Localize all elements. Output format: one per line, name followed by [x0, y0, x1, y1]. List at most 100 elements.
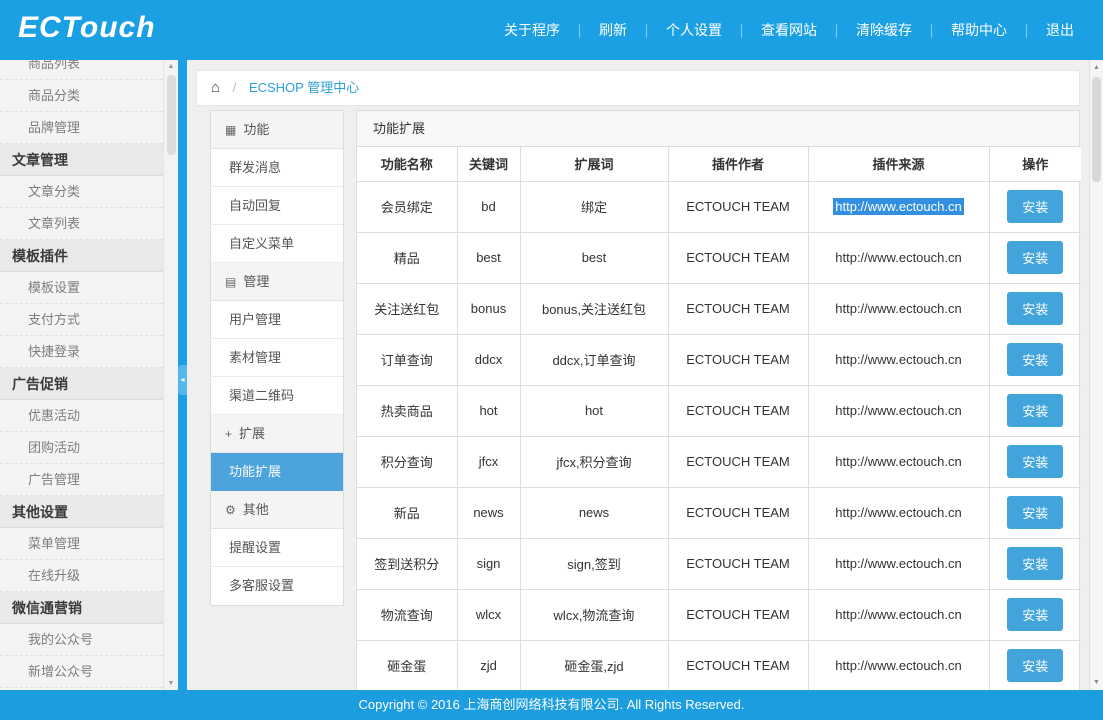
action-cell: 安装 — [989, 232, 1081, 283]
sidebar-item-brand-manage[interactable]: 品牌管理 — [0, 112, 163, 144]
sidebar-item-ad-manage[interactable]: 广告管理 — [0, 464, 163, 496]
sidebar-item-payment-method[interactable]: 支付方式 — [0, 304, 163, 336]
submenu-item-user-manage[interactable]: 用户管理 — [211, 301, 343, 339]
extension-cell: wlcx,物流查询 — [520, 589, 668, 640]
keyword-cell: bonus — [457, 283, 520, 334]
brand-logo[interactable]: ECTouch — [18, 11, 156, 45]
main-scroll-thumb[interactable] — [1092, 77, 1101, 182]
sidebar-item-groupon-activity[interactable]: 团购活动 — [0, 432, 163, 464]
plugin-source-url[interactable]: http://www.ectouch.cn — [835, 403, 961, 418]
install-button[interactable]: 安装 — [1007, 496, 1063, 529]
submenu-item-function-extend[interactable]: 功能扩展 — [211, 453, 343, 491]
sidebar-item-template-settings[interactable]: 模板设置 — [0, 272, 163, 304]
install-button[interactable]: 安装 — [1007, 598, 1063, 631]
sidebar-item-online-upgrade[interactable]: 在线升级 — [0, 560, 163, 592]
source-cell: http://www.ectouch.cn — [808, 436, 989, 487]
install-button[interactable]: 安装 — [1007, 241, 1063, 274]
nav-view-site[interactable]: 查看网站 — [742, 0, 836, 60]
install-button[interactable]: 安装 — [1007, 394, 1063, 427]
sidebar-item-goods-list[interactable]: 商品列表 — [0, 60, 163, 80]
action-cell: 安装 — [989, 385, 1081, 436]
plugin-source-url[interactable]: http://www.ectouch.cn — [835, 556, 961, 571]
submenu-item-material-manage[interactable]: 素材管理 — [211, 339, 343, 377]
plugin-source-url[interactable]: http://www.ectouch.cn — [835, 352, 961, 367]
scroll-up-icon[interactable]: ▲ — [1090, 64, 1103, 71]
nav-help-center[interactable]: 帮助中心 — [932, 0, 1026, 60]
install-button[interactable]: 安装 — [1007, 547, 1063, 580]
keyword-cell: best — [457, 232, 520, 283]
submenu-item-custom-menu[interactable]: 自定义菜单 — [211, 225, 343, 263]
table-row: 新品 news news ECTOUCH TEAM http://www.ect… — [357, 487, 1081, 538]
plugin-source-url[interactable]: http://www.ectouch.cn — [835, 454, 961, 469]
author-cell: ECTOUCH TEAM — [668, 487, 808, 538]
plugin-source-url[interactable]: http://www.ectouch.cn — [835, 607, 961, 622]
scroll-down-icon[interactable]: ▼ — [1090, 679, 1103, 686]
sidebar-group-ad-promotion: 广告促销 — [0, 368, 163, 400]
author-cell: ECTOUCH TEAM — [668, 334, 808, 385]
plugin-source-url[interactable]: http://www.ectouch.cn — [833, 198, 963, 215]
home-icon[interactable]: ⌂ — [211, 79, 220, 96]
plugin-source-url[interactable]: http://www.ectouch.cn — [835, 250, 961, 265]
action-cell: 安装 — [989, 334, 1081, 385]
sidebar-item-goods-category[interactable]: 商品分类 — [0, 80, 163, 112]
submenu-group-label: 管理 — [243, 274, 269, 289]
action-cell: 安装 — [989, 181, 1081, 232]
sidebar-item-promo-activity[interactable]: 优惠活动 — [0, 400, 163, 432]
source-cell: http://www.ectouch.cn — [808, 385, 989, 436]
top-header: ECTouch 关于程序刷新个人设置查看网站清除缓存帮助中心退出 — [0, 0, 1103, 60]
plugin-source-url[interactable]: http://www.ectouch.cn — [835, 658, 961, 673]
main-scrollbar[interactable]: ▲ ▼ — [1089, 60, 1103, 690]
author-cell: ECTOUCH TEAM — [668, 589, 808, 640]
plugin-source-url[interactable]: http://www.ectouch.cn — [835, 505, 961, 520]
nav-about[interactable]: 关于程序 — [485, 0, 579, 60]
submenu-item-auto-reply[interactable]: 自动回复 — [211, 187, 343, 225]
collapse-handle[interactable]: ◂ — [178, 365, 187, 395]
install-button[interactable]: 安装 — [1007, 649, 1063, 682]
sidebar-item-article-list[interactable]: 文章列表 — [0, 208, 163, 240]
nav-personal-settings[interactable]: 个人设置 — [647, 0, 741, 60]
install-button[interactable]: 安装 — [1007, 343, 1063, 376]
sidebar-item-article-category[interactable]: 文章分类 — [0, 176, 163, 208]
sidebar-item-add-official-account[interactable]: 新增公众号 — [0, 656, 163, 688]
author-cell: ECTOUCH TEAM — [668, 181, 808, 232]
plugin-name-cell: 精品 — [357, 232, 457, 283]
scroll-down-icon[interactable]: ▼ — [164, 680, 178, 687]
sidebar-scroll-thumb[interactable] — [167, 75, 176, 155]
extension-cell: news — [520, 487, 668, 538]
extension-cell: ddcx,订单查询 — [520, 334, 668, 385]
nav-refresh[interactable]: 刷新 — [580, 0, 646, 60]
submenu-group-label: 其他 — [243, 502, 269, 517]
submenu-item-multi-service-settings[interactable]: 多客服设置 — [211, 567, 343, 605]
sidebar-item-my-official-account[interactable]: 我的公众号 — [0, 624, 163, 656]
col-header-extension: 扩展词 — [520, 147, 668, 181]
action-cell: 安装 — [989, 538, 1081, 589]
install-button[interactable]: 安装 — [1007, 445, 1063, 478]
sidebar-group-article: 文章管理 — [0, 144, 163, 176]
plugin-name-cell: 砸金蛋 — [357, 640, 457, 690]
extension-cell: jfcx,积分查询 — [520, 436, 668, 487]
plugin-name-cell: 会员绑定 — [357, 181, 457, 232]
plugin-source-url[interactable]: http://www.ectouch.cn — [835, 301, 961, 316]
install-button[interactable]: 安装 — [1007, 292, 1063, 325]
sidebar-menu: 商品列表 商品分类 品牌管理 文章管理 文章分类 文章列表 模板插件 模板设置 … — [0, 60, 163, 688]
source-cell: http://www.ectouch.cn — [808, 283, 989, 334]
top-nav: 关于程序刷新个人设置查看网站清除缓存帮助中心退出 — [485, 0, 1093, 60]
submenu-group-extend: +扩展 — [211, 415, 343, 453]
submenu-item-channel-qrcode[interactable]: 渠道二维码 — [211, 377, 343, 415]
breadcrumb-separator: / — [233, 80, 237, 95]
keyword-cell: ddcx — [457, 334, 520, 385]
sidebar-scrollbar[interactable]: ▲ ▼ — [163, 60, 178, 690]
submenu-group-label: 扩展 — [239, 426, 265, 441]
nav-logout[interactable]: 退出 — [1027, 0, 1093, 60]
submenu-group-manage: ▤管理 — [211, 263, 343, 301]
install-button[interactable]: 安装 — [1007, 190, 1063, 223]
table-row: 积分查询 jfcx jfcx,积分查询 ECTOUCH TEAM http://… — [357, 436, 1081, 487]
scroll-up-icon[interactable]: ▲ — [164, 63, 178, 70]
breadcrumb-link[interactable]: ECSHOP 管理中心 — [249, 80, 359, 95]
submenu-item-reminder-settings[interactable]: 提醒设置 — [211, 529, 343, 567]
nav-clear-cache[interactable]: 清除缓存 — [837, 0, 931, 60]
gear-icon: ⚙ — [225, 503, 236, 517]
sidebar-item-quick-login[interactable]: 快捷登录 — [0, 336, 163, 368]
submenu-item-mass-message[interactable]: 群发消息 — [211, 149, 343, 187]
sidebar-item-menu-manage[interactable]: 菜单管理 — [0, 528, 163, 560]
